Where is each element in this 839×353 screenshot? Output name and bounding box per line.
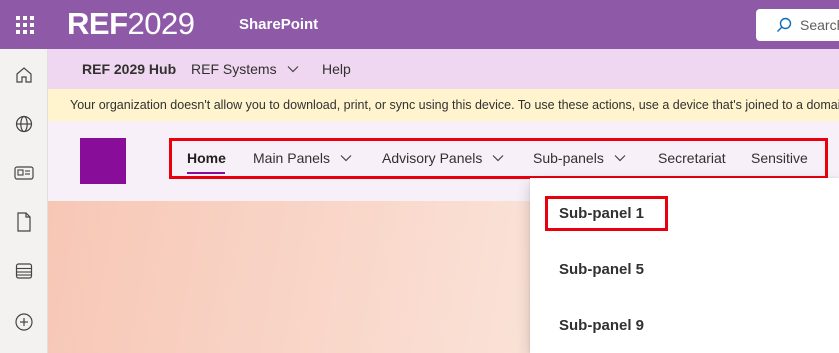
waffle-icon (15, 15, 34, 34)
nav-label: Sub-panels (533, 150, 604, 166)
hub-link-ref-systems[interactable]: REF Systems (191, 61, 299, 77)
search-icon (777, 17, 792, 32)
nav-item-home[interactable]: Home (187, 150, 226, 166)
nav-label: Advisory Panels (382, 150, 483, 166)
nav-item-sensitive[interactable]: Sensitive (751, 150, 808, 166)
hub-link-label: REF Systems (191, 61, 277, 77)
globe-icon[interactable] (12, 112, 36, 136)
suite-bar: REF2029 SharePoint Search (0, 0, 839, 49)
hub-title[interactable]: REF 2029 Hub (82, 61, 176, 77)
info-message-bar: Your organization doesn't allow you to d… (48, 89, 839, 121)
nav-item-main-panels[interactable]: Main Panels (253, 150, 352, 166)
brand-logo[interactable]: REF2029 (67, 6, 195, 42)
list-icon[interactable] (12, 259, 36, 283)
nav-label: Sensitive (751, 150, 808, 166)
search-box[interactable]: Search (756, 9, 839, 41)
dropdown-item-sub-panel-1[interactable]: Sub-panel 1 (559, 205, 644, 222)
app-name[interactable]: SharePoint (239, 16, 318, 33)
nav-label: Secretariat (658, 150, 726, 166)
chevron-down-icon (492, 155, 504, 162)
nav-item-secretariat[interactable]: Secretariat (658, 150, 726, 166)
hub-navigation-bar: REF 2029 Hub REF Systems Help (48, 49, 839, 89)
chevron-down-icon (340, 155, 352, 162)
add-icon[interactable] (12, 310, 36, 334)
chevron-down-icon (287, 66, 299, 73)
nav-label: Home (187, 150, 226, 166)
nav-item-advisory-panels[interactable]: Advisory Panels (382, 150, 504, 166)
sub-panels-dropdown-menu: Sub-panel 1 Sub-panel 5 Sub-panel 9 (530, 178, 839, 353)
search-placeholder: Search (800, 17, 839, 33)
hub-link-label: Help (322, 61, 351, 77)
chevron-down-icon (614, 155, 626, 162)
nav-label: Main Panels (253, 150, 331, 166)
app-launcher-button[interactable] (0, 0, 49, 49)
active-nav-underline (187, 172, 225, 174)
info-message-text: Your organization doesn't allow you to d… (70, 98, 839, 112)
home-icon[interactable] (12, 63, 36, 87)
news-icon[interactable] (12, 161, 36, 185)
dropdown-item-sub-panel-5[interactable]: Sub-panel 5 (559, 261, 644, 278)
site-logo[interactable] (80, 138, 126, 184)
hub-link-help[interactable]: Help (322, 61, 351, 77)
nav-item-sub-panels[interactable]: Sub-panels (533, 150, 626, 166)
dropdown-item-sub-panel-9[interactable]: Sub-panel 9 (559, 317, 644, 334)
file-icon[interactable] (12, 210, 36, 234)
left-rail (0, 49, 48, 353)
